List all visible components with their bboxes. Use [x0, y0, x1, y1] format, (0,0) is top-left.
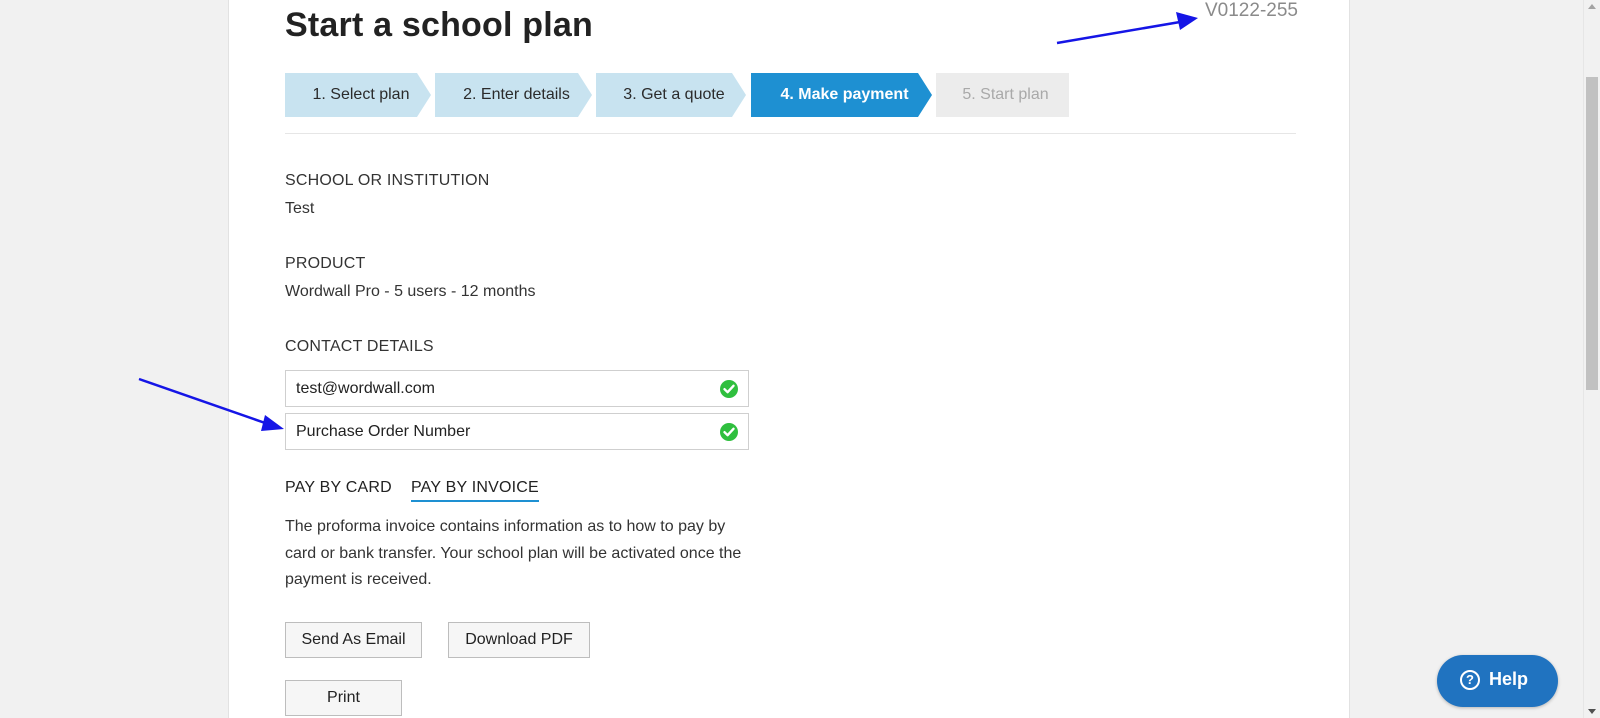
po-number-field[interactable]: [286, 414, 716, 449]
version-label: V0122-255: [1205, 0, 1298, 21]
step-make-payment: 4. Make payment: [751, 73, 932, 117]
step-start-plan: 5. Start plan: [936, 73, 1069, 117]
help-button[interactable]: ? Help: [1437, 655, 1558, 707]
contact-label: CONTACT DETAILS: [285, 338, 434, 355]
tab-pay-by-invoice[interactable]: PAY BY INVOICE: [411, 479, 539, 502]
school-label: SCHOOL OR INSTITUTION: [285, 172, 490, 189]
product-value: Wordwall Pro - 5 users - 12 months: [285, 283, 536, 300]
help-label: Help: [1489, 669, 1529, 689]
invoice-description: The proforma invoice contains informatio…: [285, 518, 742, 588]
print-button[interactable]: Print: [285, 680, 402, 716]
email-field-wrapper: [285, 370, 749, 407]
main-page: Start a school plan V0122-255 1. Select …: [228, 0, 1350, 718]
product-label: PRODUCT: [285, 255, 366, 272]
header-divider: [285, 133, 1296, 134]
step-enter-details[interactable]: 2. Enter details: [435, 73, 592, 117]
step-get-quote[interactable]: 3. Get a quote: [596, 73, 746, 117]
question-circle-icon: ?: [1460, 670, 1480, 690]
step-select-plan[interactable]: 1. Select plan: [285, 73, 431, 117]
scroll-down-arrow-icon[interactable]: [1588, 709, 1596, 714]
po-number-field-wrapper: [285, 413, 749, 450]
scrollbar-thumb[interactable]: [1586, 77, 1598, 390]
tab-pay-by-card[interactable]: PAY BY CARD: [285, 479, 392, 500]
school-value: Test: [285, 200, 315, 217]
send-as-email-button[interactable]: Send As Email: [285, 622, 422, 658]
download-pdf-button[interactable]: Download PDF: [448, 622, 590, 658]
vertical-scrollbar[interactable]: [1583, 0, 1600, 718]
po-number-valid-check-icon: [720, 423, 738, 441]
email-valid-check-icon: [720, 380, 738, 398]
scroll-up-arrow-icon[interactable]: [1588, 4, 1596, 9]
page-title: Start a school plan: [285, 6, 593, 44]
email-field[interactable]: [286, 371, 716, 406]
